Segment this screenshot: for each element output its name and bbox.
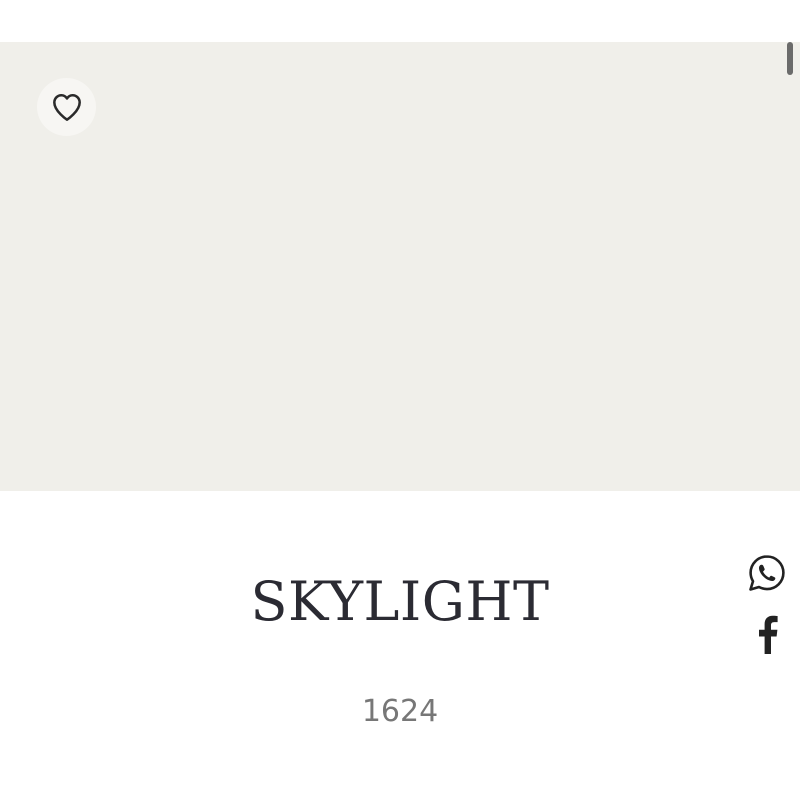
product-code: 1624: [361, 694, 439, 729]
whatsapp-icon: [747, 553, 787, 598]
facebook-icon: [754, 613, 780, 660]
whatsapp-share-button[interactable]: [746, 554, 788, 596]
heart-icon: [51, 92, 83, 122]
favorite-button[interactable]: [37, 78, 96, 136]
facebook-share-button[interactable]: [746, 615, 788, 657]
product-title: SKYLIGHT: [250, 570, 550, 633]
color-swatch: [0, 42, 800, 491]
product-page: SKYLIGHT 1624: [0, 0, 800, 800]
scrollbar-thumb[interactable]: [787, 42, 793, 75]
